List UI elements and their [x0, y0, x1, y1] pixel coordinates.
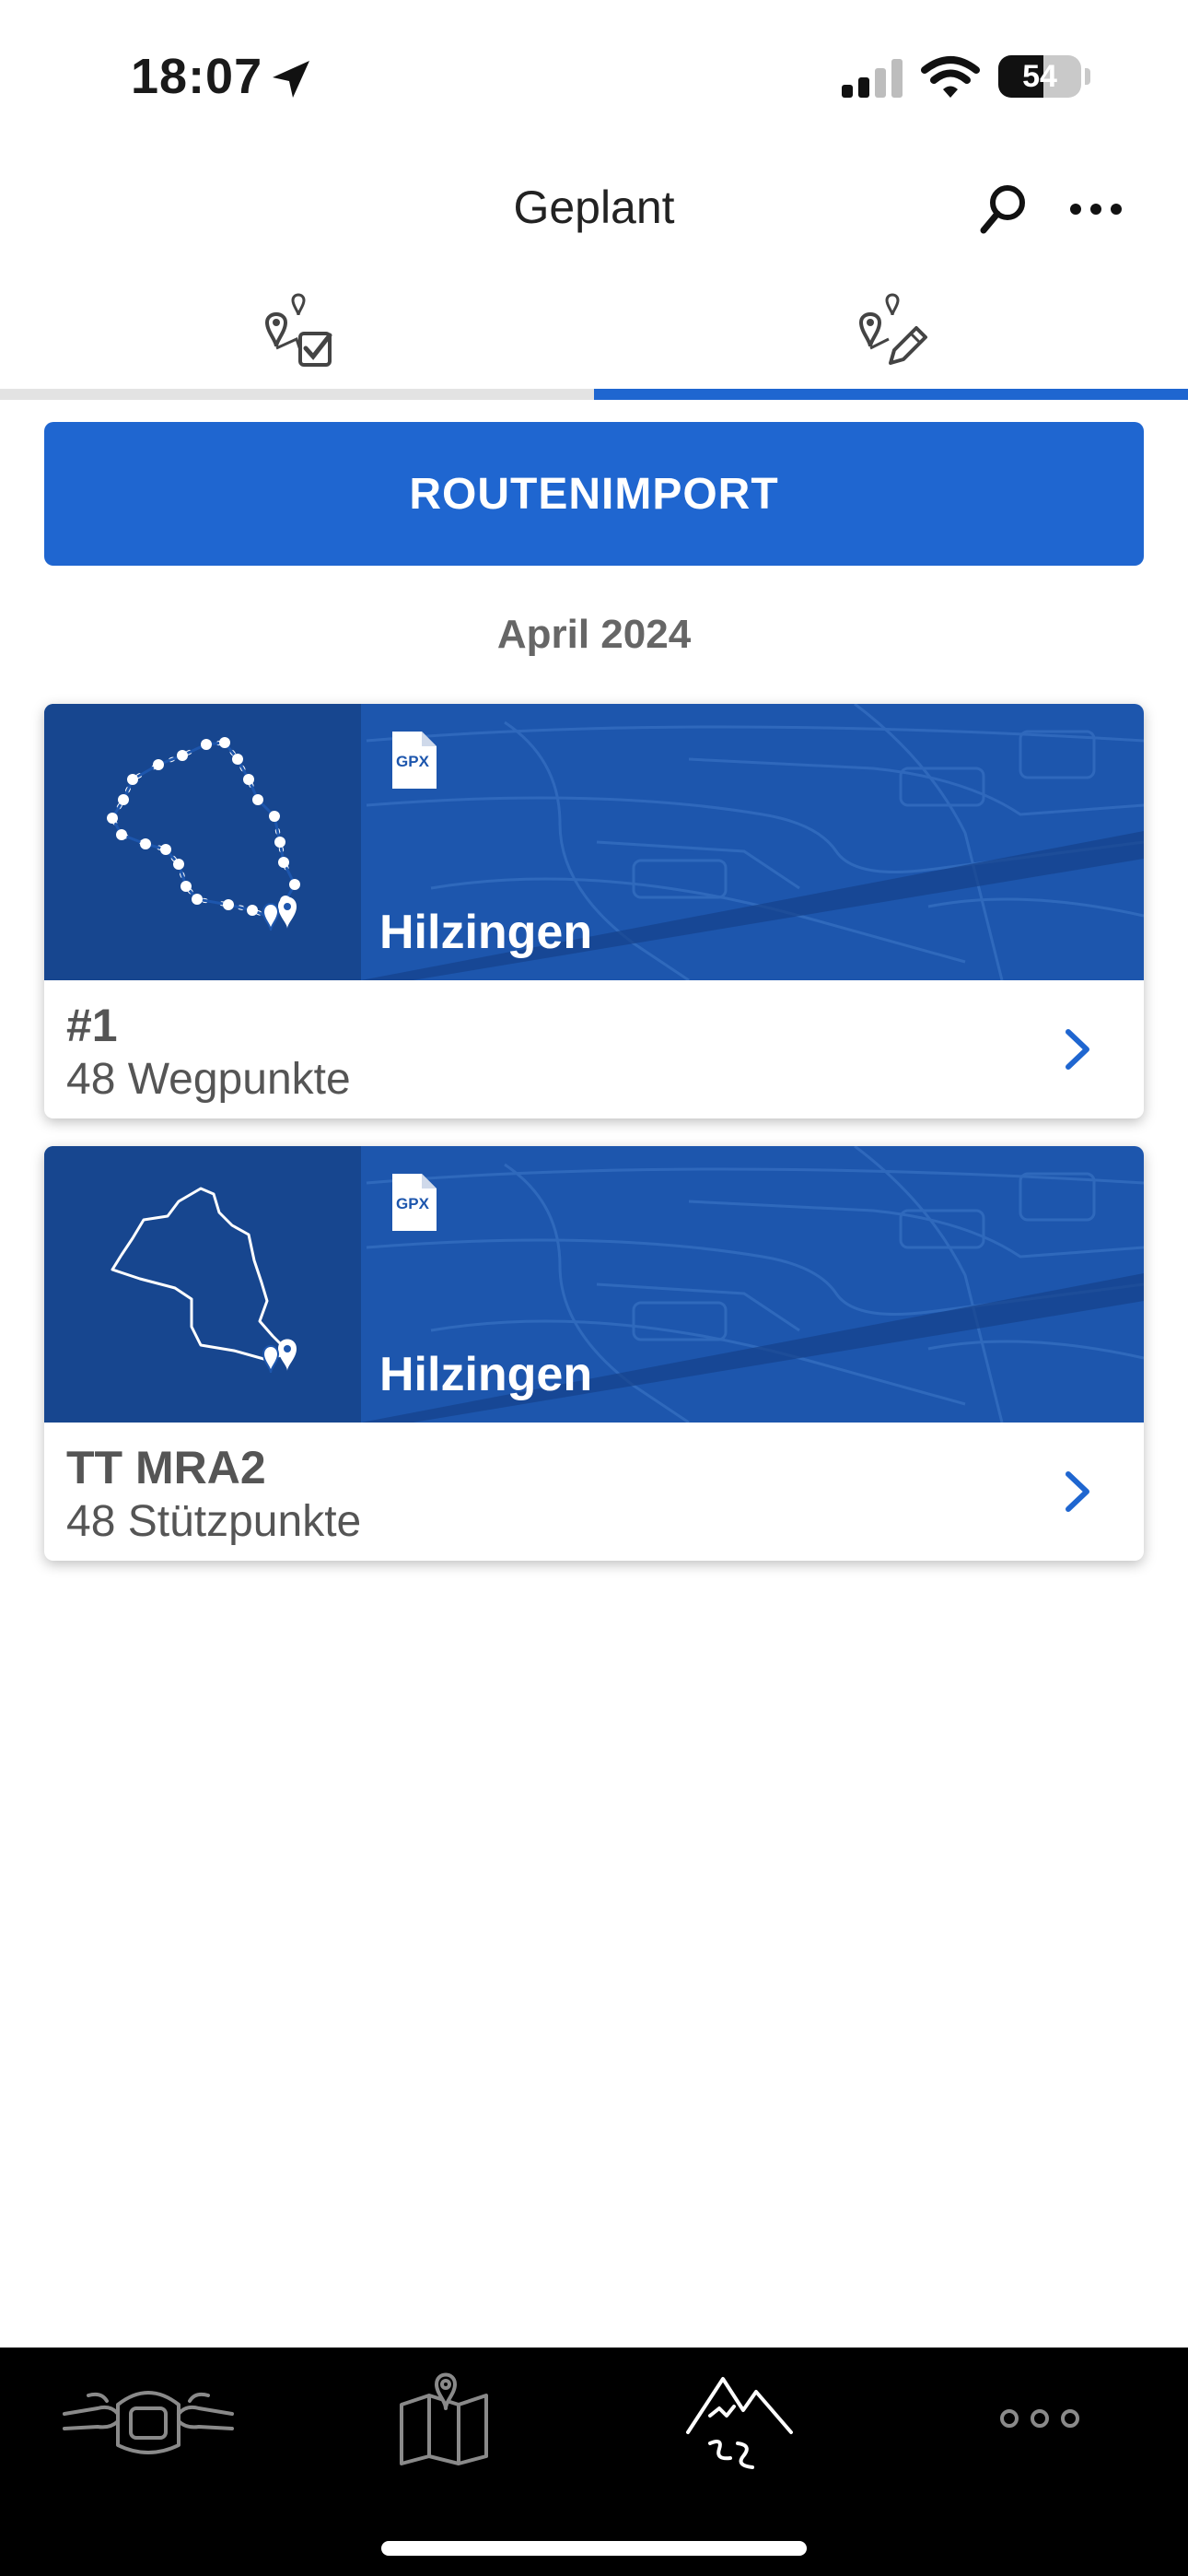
- nav-more[interactable]: [891, 2348, 1188, 2486]
- route-card-banner: GPX Hilzingen: [44, 1146, 1144, 1423]
- mountains-route-icon: [686, 2377, 793, 2469]
- map-pin-edit-icon: [858, 293, 927, 365]
- motorcycle-icon: [63, 2391, 234, 2454]
- home-indicator: [381, 2541, 807, 2556]
- gpx-file-icon: GPX: [392, 732, 437, 789]
- map-pin-check-icon: [264, 293, 332, 367]
- nav-vehicle[interactable]: [0, 2348, 297, 2486]
- route-outline: [111, 1187, 297, 1374]
- route-title: #1: [66, 1000, 118, 1051]
- route-card-info: #1 48 Wegpunkte: [44, 980, 1144, 1118]
- more-horizontal-icon: [1070, 204, 1122, 215]
- route-import-button[interactable]: ROUTENIMPORT: [44, 422, 1144, 566]
- chevron-right-icon[interactable]: [1059, 1026, 1096, 1072]
- route-preview-panel: [44, 1146, 361, 1423]
- nav-map[interactable]: [297, 2348, 593, 2486]
- location-arrow-icon: [273, 61, 309, 98]
- tab-indicator-active: [594, 389, 1188, 400]
- tab-indicator: [0, 389, 594, 400]
- route-card-banner: GPX Hilzingen: [44, 704, 1144, 980]
- gpx-file-icon: GPX: [392, 1174, 437, 1231]
- battery-indicator: 54: [998, 55, 1081, 98]
- cellular-signal-icon: [842, 59, 903, 98]
- tab-completed-routes[interactable]: [0, 276, 594, 400]
- route-card[interactable]: GPX Hilzingen #1 48 Wegpunkte: [44, 704, 1144, 1118]
- route-outline-dotted: [107, 737, 300, 931]
- tab-planned-routes[interactable]: [594, 276, 1188, 400]
- battery-cap: [1085, 68, 1090, 85]
- chevron-right-icon[interactable]: [1059, 1469, 1096, 1515]
- route-card[interactable]: GPX Hilzingen TT MRA2 48 Stützpunkte: [44, 1146, 1144, 1561]
- wifi-icon: [921, 56, 980, 98]
- more-dots-icon: [1000, 2409, 1079, 2428]
- more-options-button[interactable]: [1066, 184, 1125, 234]
- status-bar: 18:07 54: [0, 0, 1188, 157]
- search-icon: [980, 185, 1025, 234]
- route-city: Hilzingen: [379, 906, 593, 959]
- nav-routes[interactable]: [594, 2348, 891, 2486]
- tab-bar: [0, 276, 1188, 400]
- battery-level: 54: [1022, 59, 1057, 94]
- route-card-info: TT MRA2 48 Stützpunkte: [44, 1423, 1144, 1561]
- section-month-heading: April 2024: [496, 612, 692, 657]
- route-waypoint-count: 48 Wegpunkte: [66, 1055, 351, 1104]
- search-button[interactable]: [974, 181, 1033, 240]
- route-preview-panel: [44, 704, 361, 980]
- gpx-file-badge: GPX: [396, 1195, 430, 1212]
- status-time: 18:07: [131, 49, 263, 104]
- map-icon: [400, 2372, 488, 2465]
- gpx-file-badge: GPX: [396, 753, 430, 770]
- route-city: Hilzingen: [379, 1348, 593, 1401]
- route-title: TT MRA2: [66, 1442, 266, 1493]
- route-support-point-count: 48 Stützpunkte: [66, 1497, 362, 1546]
